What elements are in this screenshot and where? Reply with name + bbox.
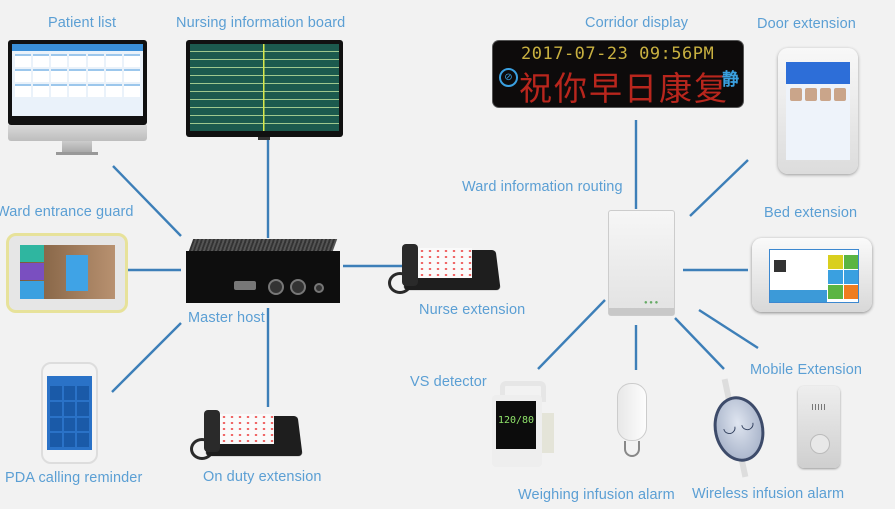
label-wireless-infusion-alarm: Wireless infusion alarm — [692, 486, 845, 502]
bed-extension-device — [752, 238, 872, 312]
vs-bp-readout: 120/80 — [496, 401, 536, 449]
label-master-host: Master host — [188, 310, 265, 326]
door-extension-device — [778, 48, 858, 174]
master-host-device — [186, 239, 340, 303]
label-bed-extension: Bed extension — [764, 205, 858, 221]
link-pda — [111, 322, 182, 393]
label-pda-calling-reminder: PDA calling reminder — [5, 470, 143, 486]
ward-information-router: ● ● ● — [608, 210, 675, 316]
link-mobile-extension — [698, 308, 759, 350]
weighing-infusion-alarm-device — [615, 375, 649, 475]
label-weighing-infusion-alarm: Weighing infusion alarm — [518, 487, 675, 503]
corridor-display: ⊘ 2017-07-23 09:56PM 祝你早日康复 静 — [493, 41, 743, 108]
label-mobile-extension: Mobile Extension — [750, 362, 863, 378]
label-ward-entrance-guard: Ward entrance guard — [0, 204, 134, 220]
pda-device — [41, 362, 98, 464]
no-smoking-icon: ⊘ — [499, 68, 518, 87]
vs-detector-device: 120/80 — [492, 381, 554, 467]
mobile-extension-device — [798, 386, 840, 468]
led-datetime: 2017-07-23 09:56PM — [521, 44, 715, 64]
quiet-sign-icon: 静 — [722, 70, 739, 89]
nursing-information-board — [186, 40, 343, 140]
link-wireless-alarm — [674, 317, 725, 370]
label-corridor-display: Corridor display — [585, 15, 689, 31]
wireless-infusion-alarm-device: ◡ ◡ — [707, 378, 771, 478]
label-vs-detector: VS detector — [410, 374, 487, 390]
smiley-face-icon: ◡ ◡ — [707, 391, 771, 467]
label-ward-info-routing: Ward information routing — [462, 179, 623, 195]
link-patient-list — [112, 165, 182, 237]
link-vs-detector — [537, 299, 606, 370]
label-on-duty-extension: On duty extension — [203, 469, 322, 485]
link-door-extension — [689, 159, 749, 217]
on-duty-extension-phone — [190, 406, 303, 461]
ward-entrance-guard-device — [6, 233, 128, 313]
nurse-extension-phone — [388, 240, 501, 295]
label-patient-list: Patient list — [48, 15, 117, 31]
label-nurse-extension: Nurse extension — [419, 302, 526, 318]
label-door-extension: Door extension — [757, 16, 856, 32]
led-message: 祝你早日康复 — [519, 69, 729, 108]
label-nursing-board: Nursing information board — [176, 15, 346, 31]
